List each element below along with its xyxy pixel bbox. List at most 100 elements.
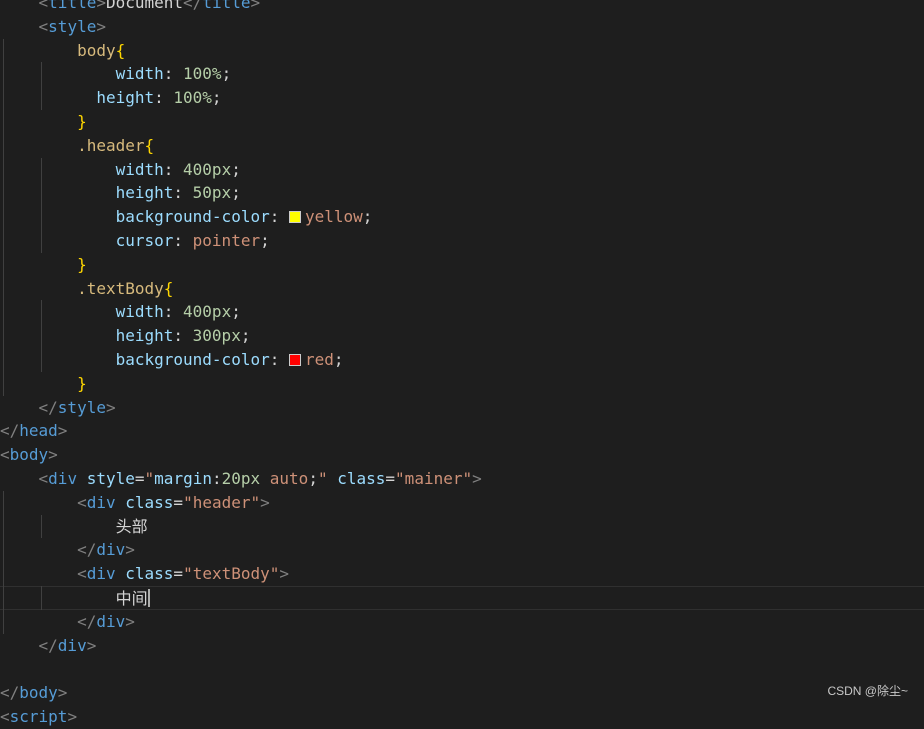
code-token: style — [57, 397, 106, 417]
code-token: 50px — [192, 183, 232, 203]
code-token: } — [77, 373, 87, 393]
code-token: ; — [333, 350, 344, 369]
code-line[interactable]: <div class="textBody"> — [0, 562, 924, 586]
color-swatch[interactable] — [288, 354, 301, 366]
code-token: yellow — [304, 207, 363, 227]
code-token: </ — [38, 397, 58, 417]
indent-guide — [41, 586, 43, 610]
code-token: class — [125, 564, 174, 584]
code-token: ; — [231, 159, 241, 179]
code-line[interactable]: <title>Document</title> — [0, 0, 924, 15]
code-line[interactable]: <div style="margin:20px auto;" class="ma… — [0, 467, 924, 491]
indent-guide — [41, 514, 43, 539]
code-line[interactable]: } — [0, 253, 924, 277]
code-token: > — [57, 421, 68, 441]
code-line[interactable]: .header{ — [0, 134, 924, 158]
color-swatch[interactable] — [288, 211, 301, 224]
code-token: < — [0, 445, 10, 465]
code-token: ; — [221, 64, 232, 84]
code-token: 100% — [173, 88, 212, 108]
code-token: class — [125, 492, 174, 512]
code-token: body — [77, 40, 116, 60]
code-line[interactable]: width: 400px; — [0, 300, 924, 324]
code-token: { — [144, 135, 155, 155]
code-token: < — [38, 0, 49, 12]
code-line[interactable]: 头部 — [0, 515, 924, 539]
code-line[interactable]: <div class="header"> — [0, 491, 924, 515]
code-token: div — [48, 469, 78, 488]
code-token: > — [86, 635, 97, 655]
code-line[interactable]: <body> — [0, 443, 924, 467]
code-token: div — [86, 564, 116, 584]
code-token: : — [173, 183, 193, 203]
code-line[interactable]: height: 50px; — [0, 181, 924, 205]
code-token: ; — [231, 302, 241, 322]
code-token: > — [67, 707, 78, 726]
code-token: < — [77, 492, 87, 512]
indent-guide — [41, 300, 43, 372]
code-token: margin — [154, 469, 212, 488]
code-token: width — [115, 302, 164, 322]
code-line[interactable]: background-color: red; — [0, 348, 924, 372]
code-token: > — [125, 540, 135, 560]
code-token: : — [211, 469, 222, 488]
code-token: : — [154, 88, 174, 108]
code-token: div — [86, 492, 116, 512]
code-line[interactable]: width: 100%; — [0, 62, 924, 86]
code-token: > — [472, 469, 482, 488]
code-token: = — [173, 564, 184, 584]
code-line[interactable]: } — [0, 372, 924, 396]
code-line[interactable]: 中间 — [0, 586, 924, 610]
code-line[interactable]: cursor: pointer; — [0, 229, 924, 253]
code-token: ; — [260, 231, 270, 250]
code-token: > — [105, 397, 116, 417]
code-line[interactable]: <style> — [0, 15, 924, 39]
code-line[interactable]: height: 300px; — [0, 324, 924, 348]
code-editor[interactable]: <title>Document</title> <style> body{ wi… — [0, 0, 924, 726]
code-line[interactable]: </div> — [0, 538, 924, 562]
code-token: : — [163, 302, 184, 322]
code-line[interactable]: width: 400px; — [0, 158, 924, 182]
code-token: class — [337, 469, 386, 488]
code-line[interactable]: body{ — [0, 39, 924, 63]
code-token: 头部 — [115, 516, 148, 536]
code-token: = — [134, 469, 145, 488]
code-token: </ — [77, 611, 97, 631]
code-token: { — [163, 278, 174, 298]
code-token: background-color — [115, 207, 270, 227]
code-line[interactable]: height: 100%; — [0, 86, 924, 110]
code-token: 100% — [183, 64, 222, 84]
code-line[interactable]: background-color: yellow; — [0, 205, 924, 229]
code-token: .header — [77, 135, 145, 155]
code-token: div — [96, 540, 126, 560]
code-token: pointer — [192, 231, 261, 250]
code-token: } — [77, 254, 87, 274]
code-token: > — [96, 0, 106, 12]
code-token: style — [86, 469, 135, 488]
code-token: auto — [269, 469, 309, 488]
code-token: 400px — [183, 159, 232, 179]
code-token: > — [96, 16, 106, 36]
code-token: } — [77, 112, 87, 131]
code-line[interactable]: <script> — [0, 705, 924, 729]
code-line[interactable]: </body> — [0, 681, 924, 705]
code-token: < — [38, 469, 49, 488]
code-token: div — [96, 611, 126, 631]
code-token: head — [19, 421, 58, 441]
code-token: </ — [183, 0, 203, 12]
code-token: : — [269, 350, 289, 369]
code-line[interactable]: </head> — [0, 419, 924, 443]
code-line[interactable]: } — [0, 110, 924, 134]
code-line[interactable]: </div> — [0, 634, 924, 658]
text-cursor — [147, 589, 150, 607]
code-line[interactable]: .textBody{ — [0, 277, 924, 301]
code-token: > — [48, 445, 58, 465]
code-line[interactable]: </style> — [0, 396, 924, 420]
code-token: : — [163, 159, 184, 179]
code-token: width — [115, 159, 164, 179]
code-line[interactable] — [0, 657, 924, 681]
code-line[interactable]: </div> — [0, 610, 924, 634]
